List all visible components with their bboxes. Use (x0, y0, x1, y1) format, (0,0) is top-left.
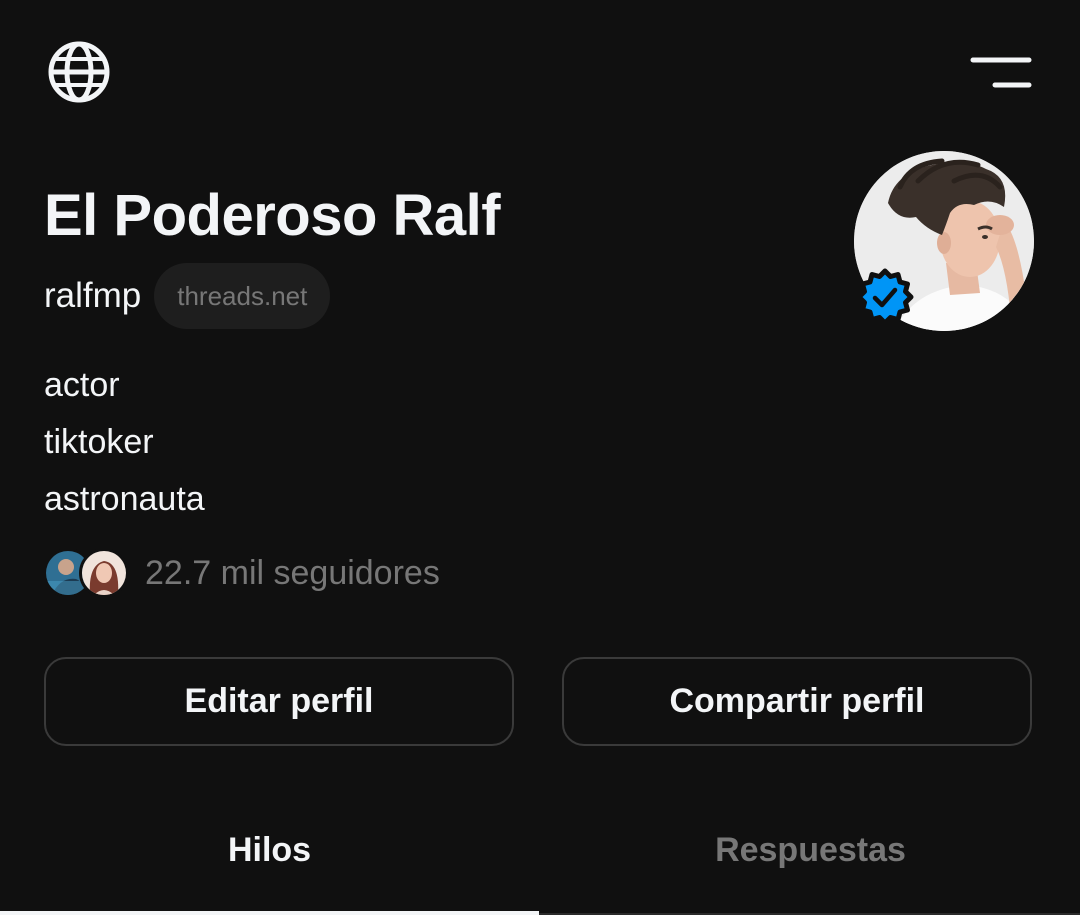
follower-avatar-illustration (82, 551, 126, 595)
followers-link[interactable]: 22.7 mil seguidores (43, 548, 440, 598)
domain-chip[interactable]: threads.net (154, 263, 331, 329)
bio-line: astronauta (44, 480, 205, 518)
follower-avatar (79, 548, 129, 598)
globe-icon[interactable] (47, 40, 111, 104)
menu-icon[interactable] (970, 56, 1032, 90)
handle-row: ralfmp threads.net (44, 263, 331, 329)
profile-avatar[interactable] (854, 151, 1034, 331)
bio-line: actor (44, 366, 120, 404)
profile-username: ralfmp (44, 276, 142, 315)
tab-respuestas[interactable]: Respuestas (541, 810, 1080, 890)
profile-bio: actor tiktoker astronauta (44, 357, 205, 528)
bio-line: tiktoker (44, 423, 154, 461)
active-tab-indicator (0, 911, 539, 915)
followers-count: 22.7 mil seguidores (145, 553, 440, 592)
edit-profile-button[interactable]: Editar perfil (44, 657, 514, 746)
verified-badge-icon (856, 268, 914, 326)
share-profile-button[interactable]: Compartir perfil (562, 657, 1032, 746)
profile-display-name: El Poderoso Ralf (44, 183, 501, 248)
tab-hilos[interactable]: Hilos (0, 810, 539, 890)
